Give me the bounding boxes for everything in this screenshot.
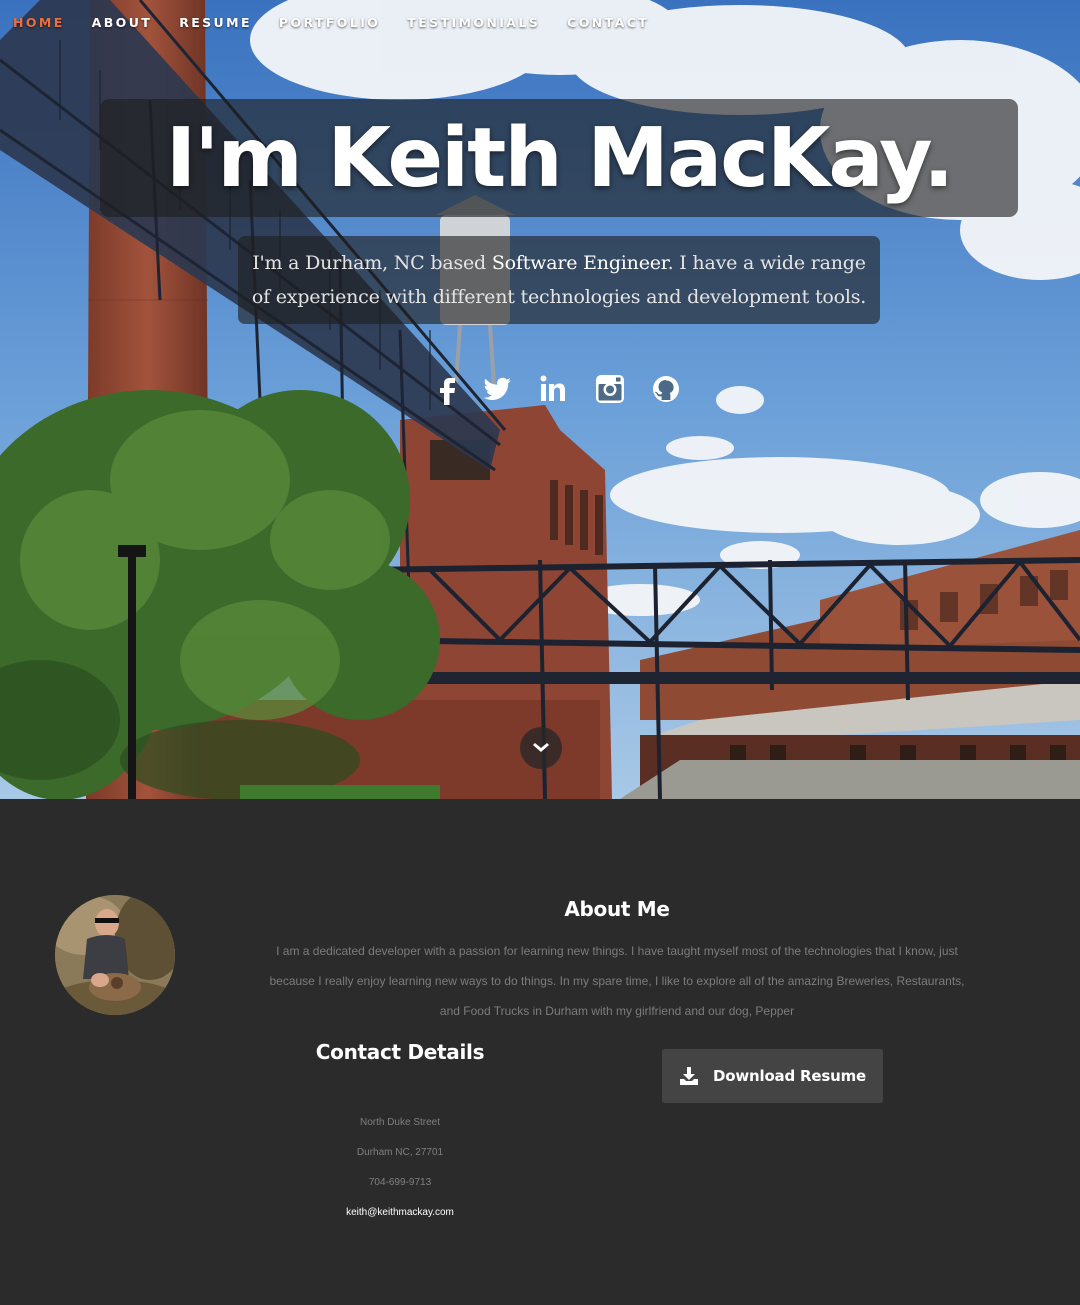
nav-contact[interactable]: CONTACT: [567, 15, 649, 30]
download-icon: [680, 1067, 699, 1085]
contact-phone: 704-699-9713: [368, 1177, 432, 1188]
contact-details: North Duke Street Durham NC, 27701 704-6…: [300, 1108, 500, 1228]
hero-subtitle-prefix: I'm a Durham, NC based: [252, 252, 492, 274]
contact-email[interactable]: keith@keithmackay.com: [300, 1198, 500, 1228]
nav-resume[interactable]: RESUME: [179, 15, 252, 30]
hero-subtitle: I'm a Durham, NC based Software Engineer…: [250, 246, 868, 314]
hero-section: HOME ABOUT RESUME PORTFOLIO TESTIMONIALS…: [0, 0, 1080, 799]
chevron-down-icon: [533, 743, 549, 752]
contact-city: Durham NC, 27701: [356, 1147, 444, 1158]
download-resume-button[interactable]: Download Resume: [662, 1049, 883, 1103]
contact-title: Contact Details: [315, 1040, 485, 1064]
social-links: [0, 372, 1080, 408]
about-section: About Me I am a dedicated developer with…: [0, 799, 1080, 1305]
hero-title-box: I'm Keith MacKay.: [100, 99, 1018, 217]
instagram-icon[interactable]: [593, 372, 627, 406]
nav-portfolio[interactable]: PORTFOLIO: [279, 15, 380, 30]
main-nav: HOME ABOUT RESUME PORTFOLIO TESTIMONIALS…: [0, 0, 1080, 44]
contact-street: North Duke Street: [359, 1117, 441, 1128]
nav-home[interactable]: HOME: [13, 15, 65, 30]
twitter-icon[interactable]: [480, 372, 514, 406]
hero-title: I'm Keith MacKay.: [165, 110, 955, 206]
about-text: I am a dedicated developer with a passio…: [269, 944, 965, 1018]
github-icon[interactable]: [649, 372, 683, 406]
download-resume-label: Download Resume: [713, 1067, 866, 1085]
avatar: [55, 895, 175, 1015]
scroll-down-button[interactable]: [520, 727, 562, 769]
nav-testimonials[interactable]: TESTIMONIALS: [407, 15, 540, 30]
nav-about[interactable]: ABOUT: [92, 15, 153, 30]
facebook-icon[interactable]: [431, 372, 465, 406]
hero-subtitle-box: I'm a Durham, NC based Software Engineer…: [238, 236, 880, 324]
hero-subtitle-highlight: Software Engineer: [491, 252, 668, 274]
linkedin-icon[interactable]: [537, 372, 571, 406]
about-title: About Me: [564, 897, 670, 921]
